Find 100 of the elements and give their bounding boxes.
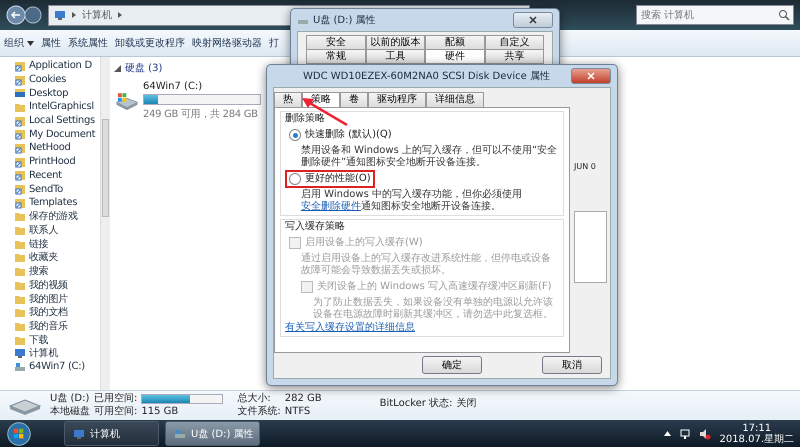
nav-item[interactable]: Desktop (14, 86, 100, 100)
details-link[interactable]: 有关写入缓存设置的详细信息 (285, 322, 559, 334)
scrollbar[interactable] (100, 57, 110, 390)
close-icon (529, 16, 537, 24)
dialog-button[interactable]: 取消 (542, 356, 602, 374)
shortcut-folder-icon (14, 60, 26, 72)
nav-item[interactable]: IntelGraphicsl (14, 100, 100, 114)
nav-item[interactable]: 64Win7 (C:) (14, 360, 100, 374)
tab[interactable]: 常规 (306, 49, 366, 63)
shortcut-folder-icon (14, 183, 26, 196)
computer-icon (54, 9, 66, 21)
option-description: 通过启用设备上的写入缓存改进系统性能，但停电或设备故障可能会导致数据丢失或损坏。 (300, 253, 552, 277)
safely-remove-link[interactable]: 安全删除硬件 (301, 201, 361, 212)
toolbar-button[interactable]: 属性 (40, 35, 62, 51)
shortcut-folder-icon (14, 169, 26, 182)
nav-item[interactable]: SendTo (14, 182, 100, 196)
nav-item[interactable]: 我的音乐 (14, 319, 100, 333)
nav-item[interactable]: Local Settings (14, 114, 100, 128)
shortcut-folder-icon (14, 142, 26, 154)
folder-icon (14, 210, 26, 222)
network-icon[interactable] (679, 428, 692, 440)
folder-icon (14, 251, 26, 264)
window-title: U盘 (D:) 属性 (313, 14, 376, 27)
search-field[interactable]: 搜索 计算机 (636, 5, 794, 25)
nav-item[interactable]: 收藏夹 (14, 250, 100, 264)
drive-icon (14, 360, 26, 373)
computer-icon (73, 428, 85, 440)
field-label: BitLocker 状态: (380, 398, 452, 410)
shortcut-folder-icon (14, 156, 26, 168)
field-label: 可用空间: (94, 406, 138, 418)
tab[interactable]: 共享 (484, 49, 544, 63)
drive-name[interactable]: 64Win7 (C:) (143, 81, 261, 92)
desktop-icon (14, 87, 26, 100)
drive-name: U盘 (D:) (50, 393, 90, 405)
nav-item[interactable]: 保存的游戏 (14, 210, 100, 224)
tab[interactable]: 热 (274, 92, 302, 107)
chevron-icon (117, 9, 123, 21)
toolbar-button[interactable]: 系统属性 (67, 35, 109, 51)
close-icon (587, 72, 595, 80)
dialog-button[interactable]: 确定 (422, 356, 482, 374)
nav-item[interactable]: NetHood (14, 141, 100, 155)
search-icon (778, 9, 790, 21)
tab[interactable]: 安全 (306, 35, 366, 49)
folder-icon (14, 265, 26, 278)
tab[interactable]: 以前的版本 (366, 35, 425, 49)
back-forward-buttons[interactable] (6, 4, 42, 26)
start-button[interactable] (6, 420, 32, 446)
field-value: 282 GB (284, 393, 322, 405)
nav-item[interactable]: 链接 (14, 236, 100, 251)
tab[interactable]: 工具 (366, 49, 425, 63)
breadcrumb[interactable]: 计算机 (82, 8, 112, 22)
tab[interactable]: 硬件 (425, 49, 484, 63)
nav-item[interactable]: My Document (14, 127, 100, 142)
toolbar-button[interactable]: 卸载或更改程序 (114, 35, 186, 51)
nav-item[interactable]: 我的图片 (14, 292, 100, 306)
nav-item[interactable]: 我的视频 (14, 278, 100, 292)
tab[interactable]: 驱动程序 (368, 92, 426, 107)
tab[interactable]: 自定义 (484, 35, 544, 49)
taskbar-button[interactable]: U盘 (D:) 属性 (165, 421, 260, 446)
drive-icon (174, 428, 186, 440)
toolbar-button[interactable]: 组织 (3, 35, 35, 51)
nav-item[interactable]: 下载 (14, 332, 100, 346)
nav-item[interactable]: Recent (14, 168, 100, 182)
nav-item[interactable]: 联系人 (14, 223, 100, 237)
nav-item[interactable]: 我的文档 (14, 305, 100, 320)
tray-expand-icon[interactable] (664, 431, 672, 436)
nav-item[interactable]: Templates (14, 196, 100, 210)
nav-item[interactable]: 搜索 (14, 264, 100, 278)
radio-option[interactable]: 快速删除 (默认)(Q) (285, 126, 396, 144)
device-text: JUN 0 (574, 162, 597, 171)
close-button[interactable] (571, 68, 611, 84)
nav-item[interactable]: 计算机 (14, 346, 100, 360)
tab[interactable]: 卷 (340, 92, 368, 107)
expand-icon[interactable] (114, 64, 121, 72)
field-value: 115 GB (141, 406, 180, 418)
shortcut-folder-icon (14, 128, 26, 140)
toolbar-button[interactable]: 映射网络驱动器 (191, 35, 263, 51)
nav-item[interactable]: Application D (14, 59, 100, 73)
tab[interactable]: 详细信息 (426, 92, 484, 107)
option-description: 为了防止数据丢失，如果设备没有单独的电源以允许该设备在电源故障时刷新其缓冲区，请勿选中此复选框。 (312, 297, 554, 321)
folder-icon (14, 306, 26, 318)
highlighted-radio-option[interactable]: 更好的性能(O) (285, 170, 375, 188)
nav-item[interactable]: PrintHood (14, 154, 100, 168)
shortcut-folder-icon (14, 74, 26, 86)
field-label: 总大小: (237, 393, 272, 405)
window-title: WDC WD10EZEX-60M2NA0 SCSI Disk Device 属性 (303, 70, 550, 83)
close-button[interactable] (513, 12, 553, 28)
nav-item[interactable]: Cookies (14, 72, 100, 86)
folder-icon (14, 224, 26, 236)
toolbar-button[interactable]: 打 (268, 35, 280, 51)
shortcut-folder-icon (14, 196, 26, 209)
taskbar-button[interactable]: 计算机 (64, 421, 159, 446)
drive-space: 249 GB 可用，共 284 GB (143, 108, 259, 121)
chevron-icon (71, 9, 77, 21)
computer-icon (14, 347, 26, 360)
speaker-muted-icon[interactable] (699, 428, 712, 440)
clock[interactable]: 17:11 2018.07.星期二 (719, 422, 794, 444)
tab[interactable]: 配额 (425, 35, 484, 49)
group-header[interactable]: 硬盘 (3) (125, 61, 162, 75)
section-title: 写入缓存策略 (285, 221, 346, 233)
